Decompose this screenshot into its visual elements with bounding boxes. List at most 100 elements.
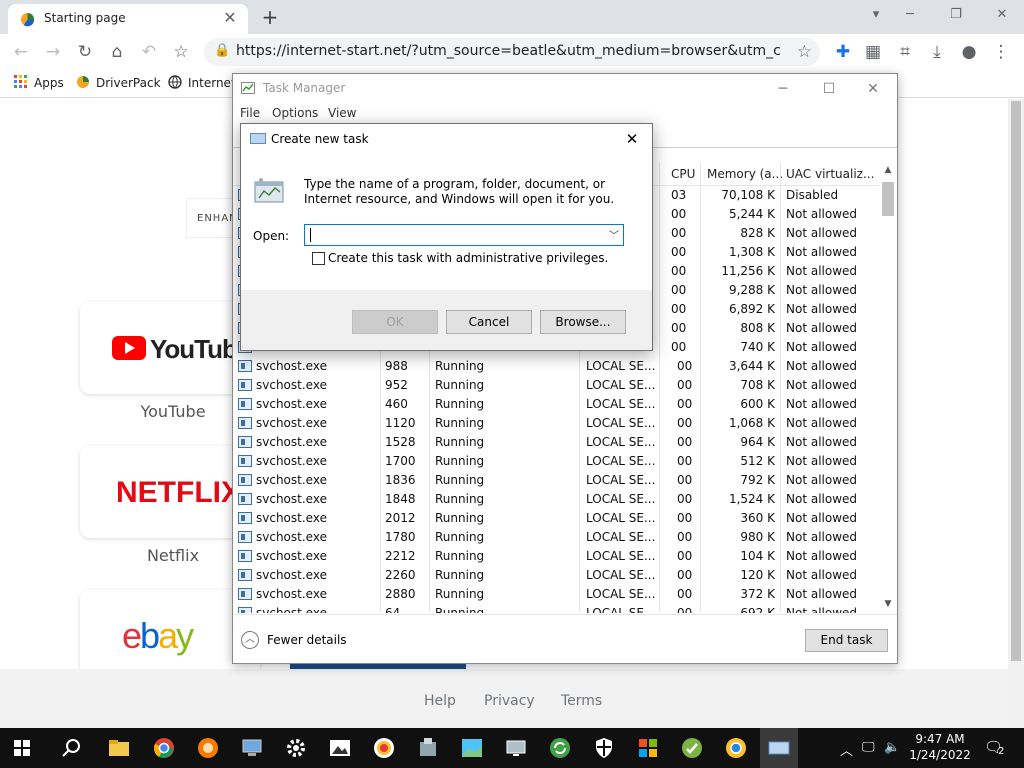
admin-privileges-label[interactable]: Create this task with administrative pri… <box>328 251 608 265</box>
file-explorer-icon[interactable] <box>107 736 131 760</box>
settings-gear-icon[interactable] <box>284 736 308 760</box>
bookmark-page-icon[interactable]: ☆ <box>797 42 812 62</box>
fewer-details-link[interactable]: Fewer details <box>267 633 347 647</box>
grid-icon[interactable]: ▦ <box>862 41 884 63</box>
scroll-up-icon[interactable]: ▲ <box>879 162 897 178</box>
tab-close-icon[interactable]: ✕ <box>220 8 240 28</box>
open-combobox[interactable]: ﹀ <box>304 224 624 246</box>
tools-icon[interactable] <box>416 736 440 760</box>
table-row[interactable]: svchost.exe 1848 Running LOCAL SE... 00 1,524… <box>233 490 879 509</box>
end-task-button[interactable]: End task <box>805 629 888 652</box>
task-manager-titlebar[interactable]: Task Manager ─ ☐ ✕ <box>233 74 897 104</box>
download-icon[interactable]: ⤓ <box>926 41 948 63</box>
back-icon[interactable]: ← <box>10 41 32 63</box>
yandex-browser-icon[interactable] <box>372 736 396 760</box>
footer-help-link[interactable]: Help <box>424 693 456 709</box>
table-row[interactable]: svchost.exe 1120 Running LOCAL SE... 00 1,068… <box>233 414 879 433</box>
show-hidden-icons-icon[interactable]: ︿ <box>840 740 853 759</box>
process-icon <box>238 455 252 467</box>
crop-icon[interactable]: ⌗ <box>894 41 916 63</box>
tm-close-button[interactable]: ✕ <box>851 76 895 102</box>
globe-icon <box>168 75 182 89</box>
menu-view[interactable]: View <box>328 106 356 120</box>
new-tab-button[interactable]: + <box>258 5 282 29</box>
app-orange-icon[interactable] <box>196 736 220 760</box>
undo-icon[interactable]: ↶ <box>138 41 160 63</box>
chevron-down-icon[interactable]: ﹀ <box>609 227 619 242</box>
reload-icon[interactable]: ↻ <box>74 41 96 63</box>
cell-pid: 952 <box>385 378 408 392</box>
home-icon[interactable]: ⌂ <box>106 41 128 63</box>
tm-minimize-button[interactable]: ─ <box>761 76 805 102</box>
table-row[interactable]: svchost.exe 988 Running LOCAL SE... 00 3,644 … <box>233 357 879 376</box>
bookmark-star-icon[interactable]: ☆ <box>170 41 192 63</box>
cancel-button[interactable]: Cancel <box>446 310 532 334</box>
table-row[interactable]: svchost.exe 2260 Running LOCAL SE... 00 120 K… <box>233 566 879 585</box>
bookmark-driverpack[interactable]: DriverPack <box>76 75 161 90</box>
table-row[interactable]: svchost.exe 1780 Running LOCAL SE... 00 980 K… <box>233 528 879 547</box>
browser-restore-button[interactable]: ❐ <box>938 4 974 26</box>
computer-icon[interactable] <box>240 736 264 760</box>
menu-file[interactable]: File <box>240 106 260 120</box>
column-header-memory[interactable]: Memory (a... <box>707 167 783 181</box>
dialog-titlebar[interactable]: Create new task ✕ <box>241 124 652 154</box>
run-window-taskbar-icon[interactable] <box>767 736 791 760</box>
chrome-icon[interactable] <box>152 736 176 760</box>
cell-uac: Not allowed <box>786 568 858 582</box>
green-app-icon[interactable] <box>680 736 704 760</box>
menu-icon[interactable]: ⋮ <box>990 41 1012 63</box>
volume-muted-icon[interactable]: 🔈 <box>884 740 900 755</box>
chevron-up-icon[interactable]: ︿ <box>241 631 259 649</box>
browser-tab[interactable]: Starting page ✕ <box>8 4 248 34</box>
table-row[interactable]: svchost.exe 2880 Running LOCAL SE... 00 372 K… <box>233 585 879 604</box>
process-list-scrollbar[interactable]: ▲ ▼ <box>879 162 897 613</box>
refresh-green-icon[interactable] <box>548 736 572 760</box>
dialog-title: Create new task <box>271 132 369 146</box>
cell-uac: Not allowed <box>786 283 858 297</box>
url-text[interactable]: https://internet-start.net/?utm_source=b… <box>236 43 780 59</box>
page-scrollbar-thumb[interactable] <box>1011 101 1021 661</box>
table-row[interactable]: svchost.exe 1528 Running LOCAL SE... 00 964 K… <box>233 433 879 452</box>
menu-options[interactable]: Options <box>272 106 318 120</box>
windows-start-icon[interactable] <box>14 740 30 756</box>
tab-search-icon[interactable]: ▾ <box>858 4 894 26</box>
footer-terms-link[interactable]: Terms <box>561 693 602 709</box>
admin-privileges-checkbox[interactable] <box>312 252 325 265</box>
tm-maximize-button[interactable]: ☐ <box>807 76 851 102</box>
table-row[interactable]: svchost.exe 2212 Running LOCAL SE... 00 104 K… <box>233 547 879 566</box>
cell-user: LOCAL SE... <box>586 435 656 449</box>
search-icon[interactable] <box>60 736 84 760</box>
table-row[interactable]: svchost.exe 460 Running LOCAL SE... 00 600 K N… <box>233 395 879 414</box>
cell-memory: 740 K <box>740 340 775 354</box>
photos-icon[interactable] <box>328 736 352 760</box>
landscape-icon[interactable] <box>460 736 484 760</box>
forward-icon[interactable]: → <box>42 41 64 63</box>
table-row[interactable]: svchost.exe 1700 Running LOCAL SE... 00 512 K… <box>233 452 879 471</box>
bookmark-apps[interactable]: Apps <box>14 75 64 90</box>
dialog-close-button[interactable]: ✕ <box>616 126 648 152</box>
scroll-down-icon[interactable]: ▼ <box>879 596 897 612</box>
browser-close-button[interactable]: ✕ <box>984 4 1020 26</box>
shield-icon[interactable] <box>592 736 616 760</box>
ok-button[interactable]: OK <box>352 310 438 334</box>
column-header-uac[interactable]: UAC virtualiz... <box>786 167 874 181</box>
chrome-alt-icon[interactable] <box>724 736 748 760</box>
table-row[interactable]: svchost.exe 952 Running LOCAL SE... 00 708 K N… <box>233 376 879 395</box>
footer-privacy-link[interactable]: Privacy <box>484 693 535 709</box>
table-row[interactable]: svchost.exe 64 Running LOCAL SE... 00 692 K No… <box>233 604 879 613</box>
network-icon[interactable]: 🖵 <box>862 740 875 755</box>
column-header-cpu[interactable]: CPU <box>671 167 695 181</box>
browse-button[interactable]: Browse... <box>540 310 626 334</box>
browser-minimize-button[interactable]: ─ <box>892 4 928 26</box>
page-scrollbar[interactable] <box>1008 99 1024 729</box>
profile-icon[interactable]: ● <box>958 41 980 63</box>
extensions-icon[interactable]: ✚ <box>832 41 854 63</box>
table-row[interactable]: svchost.exe 2012 Running LOCAL SE... 00 360 K… <box>233 509 879 528</box>
system-clock[interactable]: 9:47 AM 1/24/2022 <box>908 731 972 763</box>
table-row[interactable]: svchost.exe 1836 Running LOCAL SE... 00 792 K… <box>233 471 879 490</box>
address-bar[interactable]: 🔒 https://internet-start.net/?utm_source… <box>204 38 820 66</box>
bookmark-internet[interactable]: Internet <box>168 75 236 90</box>
scrollbar-thumb[interactable] <box>882 182 894 216</box>
store-icon[interactable] <box>636 736 660 760</box>
remote-desktop-icon[interactable] <box>504 736 528 760</box>
